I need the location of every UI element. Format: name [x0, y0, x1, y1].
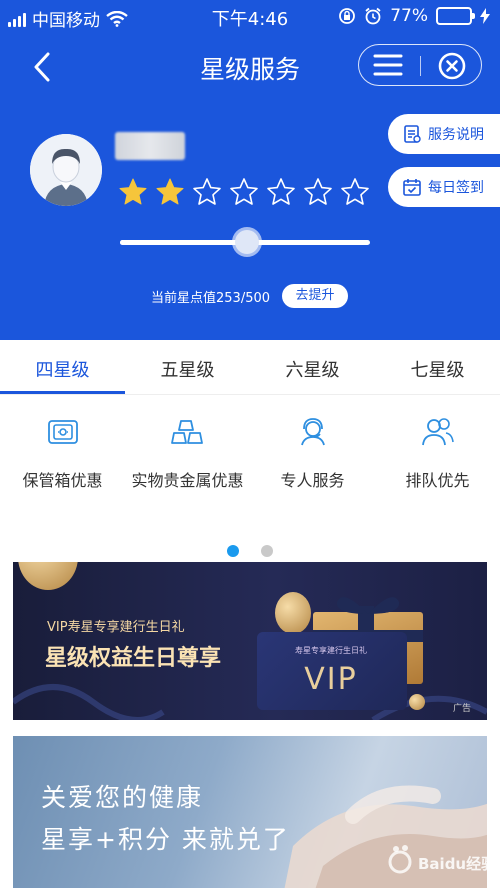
- ticket-subtitle: 寿星专享建行生日礼: [295, 646, 367, 655]
- user-avatar-icon: [30, 134, 102, 206]
- benefit-queue-priority[interactable]: 排队优先: [375, 415, 500, 491]
- gold-bars-icon: [170, 420, 203, 444]
- daily-checkin-button[interactable]: 每日签到: [388, 167, 500, 207]
- username-blurred: [115, 132, 185, 160]
- menu-icon: [373, 54, 403, 76]
- benefit-label: 实物贵金属优惠: [131, 471, 244, 490]
- star-empty-icon: [230, 178, 258, 205]
- birthday-vip-banner[interactable]: VIP寿星专享建行生日礼 星级权益生日尊享 寿星专享建行生日礼 VIP 广告: [13, 562, 487, 720]
- ticket-vip-text: VIP: [304, 662, 358, 697]
- safe-box-icon: [47, 420, 78, 444]
- star-empty-icon: [304, 178, 332, 205]
- gold-balloon: [18, 562, 78, 590]
- star-progress-bar: [120, 230, 370, 254]
- improve-button[interactable]: 去提升: [282, 284, 348, 308]
- avatar[interactable]: [30, 134, 102, 206]
- status-bar: 中国移动 下午4:46 77%: [0, 0, 500, 32]
- star-rating: [118, 177, 370, 207]
- active-tab-indicator: [0, 391, 125, 394]
- progress-fill: [120, 240, 247, 245]
- star-level-tabs: 四星级 五星级 六星级 七星级: [0, 340, 500, 395]
- charging-icon: [480, 8, 490, 24]
- benefits-grid: 保管箱优惠 实物贵金属优惠 专人服务 排队优先: [0, 415, 500, 515]
- service-info-label: 服务说明: [428, 127, 484, 143]
- banner-line-1: 关爱您的健康: [41, 783, 204, 812]
- benefit-label: 保管箱优惠: [22, 471, 103, 490]
- banner-title: 星级权益生日尊享: [45, 646, 222, 671]
- tab-six-star[interactable]: 六星级: [250, 356, 375, 382]
- star-empty-icon: [193, 178, 221, 205]
- ad-label: 广告: [452, 704, 471, 714]
- gold-balloon: [409, 694, 425, 710]
- banner-line-2: 星享+积分 来就兑了: [41, 825, 290, 854]
- header-panel: 中国移动 下午4:46 77% 星级服务 服务说明 每日签到 当前星点值253/…: [0, 0, 500, 340]
- watermark-text: Baidu经验: [418, 855, 497, 873]
- service-info-button[interactable]: 服务说明: [388, 114, 500, 154]
- star-filled-icon: [156, 178, 184, 205]
- calendar-check-icon: [403, 179, 421, 196]
- benefit-safe-box[interactable]: 保管箱优惠: [0, 415, 125, 491]
- page-indicator: [0, 545, 500, 557]
- daily-checkin-label: 每日签到: [428, 180, 484, 196]
- gold-balloon: [275, 592, 311, 634]
- people-queue-icon: [421, 418, 454, 446]
- tab-seven-star[interactable]: 七星级: [375, 356, 500, 382]
- headset-person-icon: [300, 418, 325, 446]
- star-value-text: 当前星点值253/500: [151, 291, 271, 306]
- star-empty-icon: [267, 178, 295, 205]
- progress-knob: [234, 230, 259, 254]
- gift-bow: [336, 597, 400, 614]
- star-empty-icon: [341, 178, 369, 205]
- alarm-icon: [365, 7, 381, 25]
- rotation-lock-icon: [339, 8, 356, 24]
- battery-percent: 77%: [390, 6, 428, 26]
- menu-button[interactable]: [373, 53, 403, 77]
- benefit-label: 排队优先: [405, 471, 470, 490]
- document-icon: [404, 125, 421, 143]
- nav-bar: 星级服务: [0, 40, 500, 94]
- battery-icon: [436, 7, 475, 25]
- banner-subtitle: VIP寿星专享建行生日礼: [47, 620, 185, 635]
- mini-program-capsule: [358, 44, 482, 86]
- benefit-gold[interactable]: 实物贵金属优惠: [125, 415, 250, 491]
- star-filled-icon: [119, 178, 147, 205]
- benefit-label: 专人服务: [280, 471, 345, 490]
- page-dot-1[interactable]: [227, 545, 239, 557]
- circle-close-icon: [438, 52, 466, 80]
- capsule-divider: [420, 56, 421, 76]
- benefit-personal-service[interactable]: 专人服务: [250, 415, 375, 491]
- page-dot-2[interactable]: [261, 545, 273, 557]
- close-button[interactable]: [437, 51, 467, 81]
- tab-five-star[interactable]: 五星级: [125, 356, 250, 382]
- tab-four-star[interactable]: 四星级: [0, 356, 125, 382]
